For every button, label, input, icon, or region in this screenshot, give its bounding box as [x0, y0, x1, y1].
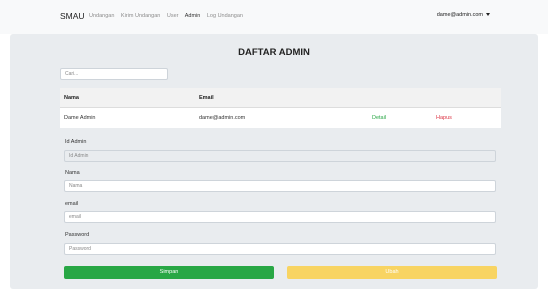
user-dropdown[interactable]: dame@admin.com	[437, 12, 490, 18]
nav-link-kirim-undangan[interactable]: Kirim Undangan	[121, 13, 160, 19]
nav-link-user[interactable]: User	[167, 13, 179, 19]
edit-button[interactable]: Ubah	[287, 266, 497, 279]
delete-button[interactable]: Hapus	[432, 107, 501, 128]
save-button[interactable]: Simpan	[64, 266, 274, 279]
navbar: SMAU Undangan Kirim Undangan User Admin …	[0, 0, 548, 34]
nav-link-log-undangan[interactable]: Log Undangan	[207, 13, 243, 19]
detail-button[interactable]: Detail	[368, 107, 432, 128]
password-field[interactable]: Password	[64, 243, 496, 255]
nama-field[interactable]: Nama	[64, 180, 496, 192]
search-input[interactable]: Cari...	[60, 68, 168, 80]
caret-down-icon	[486, 13, 490, 17]
col-nama: Nama	[60, 88, 195, 108]
id-admin-field: Id Admin	[64, 150, 496, 162]
page-title: DAFTAR ADMIN	[238, 47, 310, 58]
nav-link-admin[interactable]: Admin	[185, 13, 201, 19]
admin-table: Nama Email Dame Admin dame@admin.com Det…	[60, 88, 501, 128]
cell-nama: Dame Admin	[60, 107, 195, 128]
brand-link[interactable]: SMAU	[60, 11, 85, 21]
nav-links: Undangan Kirim Undangan User Admin Log U…	[89, 13, 248, 19]
email-field[interactable]: email	[64, 211, 496, 223]
nama-label: Nama	[65, 170, 80, 176]
col-email: Email	[195, 88, 368, 108]
col-hapus	[432, 88, 501, 108]
col-detail	[368, 88, 432, 108]
table-row: Dame Admin dame@admin.com Detail Hapus	[60, 107, 501, 128]
email-label: email	[65, 201, 79, 207]
id-admin-label: Id Admin	[65, 139, 87, 145]
table-header-row: Nama Email	[60, 88, 501, 108]
nav-link-undangan[interactable]: Undangan	[89, 13, 114, 19]
user-email: dame@admin.com	[436, 12, 483, 18]
cell-email: dame@admin.com	[195, 107, 368, 128]
password-label: Password	[65, 232, 90, 238]
